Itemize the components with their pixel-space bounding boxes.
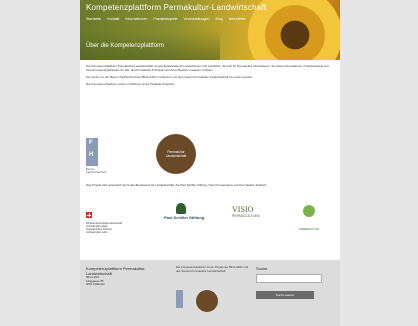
main-content: Die Kompetenzplattform Permakultur-Landw…: [86, 64, 334, 89]
perm-text: PERMAKULTUR: [299, 228, 319, 231]
partner-logos: F H Berner Fachhochschule Permakultur La…: [86, 134, 334, 178]
footer: Kompetenzplattform Permakultur-Landwirts…: [80, 260, 340, 326]
page-title: Über die Kompetenzplattform: [86, 43, 165, 49]
bfh-block: F H: [86, 138, 98, 166]
nav-item-veranstaltungen[interactable]: Veranstaltungen: [184, 17, 210, 21]
site-title[interactable]: Kompetenzplattform Permakultur-Landwirts…: [86, 3, 266, 12]
swiss-text-line: Confederaziun svizra: [86, 232, 108, 234]
tree-icon: [176, 203, 186, 214]
main-nav: Startseite Kontakt Informationen Praxisb…: [86, 17, 246, 21]
header-banner: Kompetenzplattform Permakultur-Landwirts…: [80, 0, 340, 60]
nav-item-blog[interactable]: Blog: [216, 17, 223, 21]
content-paragraph: Sie wurde von der Berner Fachhochschule …: [86, 75, 254, 79]
swiss-text: Schweizerische Eidgenossenschaft Confédé…: [86, 223, 136, 235]
nav-item-startseite[interactable]: Startseite: [86, 17, 101, 21]
visio-permacultura-logo[interactable]: VISIO PERMACULTURA: [232, 205, 260, 218]
permakultur-logo[interactable]: PERMAKULTUR: [292, 205, 326, 235]
footer-pl-logo[interactable]: [196, 290, 218, 312]
footer-logos: [176, 290, 236, 320]
nav-item-kontakt[interactable]: Kontakt: [107, 17, 119, 21]
nav-item-praxisbeispiele[interactable]: Praxisbeispiele: [153, 17, 177, 21]
footer-contact: Kompetenzplattform Permakultur-Landwirts…: [86, 266, 156, 287]
bfh-text-line: Fachhochschule: [86, 170, 107, 175]
page: Kompetenzplattform Permakultur-Landwirts…: [80, 0, 340, 326]
bfh-text: Berner Fachhochschule: [86, 167, 114, 175]
bfh-letter: H: [89, 152, 94, 158]
bfh-logo[interactable]: F H Berner Fachhochschule: [86, 138, 114, 178]
paul-schiller-stiftung-logo[interactable]: Paul Schiller Stiftung: [164, 215, 204, 220]
search-button[interactable]: Suche starten: [256, 291, 314, 299]
visio-sub: PERMACULTURA: [232, 214, 260, 218]
search-input[interactable]: [256, 274, 322, 283]
search-title: Suche: [256, 266, 268, 271]
swiss-flag-icon: [86, 212, 92, 218]
content-paragraph: Die Kompetenzplattform wurde im Rahmen e…: [86, 82, 176, 86]
footer-line: 3052 Zollikofen: [86, 282, 105, 287]
permakultur-landwirtschaft-logo[interactable]: Permakultur Landwirtschaft: [156, 134, 196, 174]
content-paragraph: Die Kompetenzplattform Permakultur-Landw…: [86, 64, 329, 72]
footer-search: Suche Suche starten: [256, 266, 336, 299]
bfh-letter: F: [89, 140, 93, 146]
support-text: Das Projekt wird unterstützt durch das B…: [86, 183, 268, 187]
footer-bfh-logo[interactable]: [176, 290, 183, 308]
nav-item-newsletter[interactable]: Newsletter: [229, 17, 246, 21]
swiss-confederation-logo[interactable]: Schweizerische Eidgenossenschaft Confédé…: [86, 205, 136, 235]
nav-item-informationen[interactable]: Informationen: [125, 17, 147, 21]
footer-about: Die Kompetenzplattform ist ein Projekt d…: [176, 265, 249, 273]
pl-logo-text: Landwirtschaft: [165, 154, 187, 158]
sponsor-logos: Schweizerische Eidgenossenschaft Confédé…: [86, 203, 334, 235]
visio-main: VISIO: [232, 205, 254, 214]
permakultur-circle-icon: [303, 205, 315, 217]
